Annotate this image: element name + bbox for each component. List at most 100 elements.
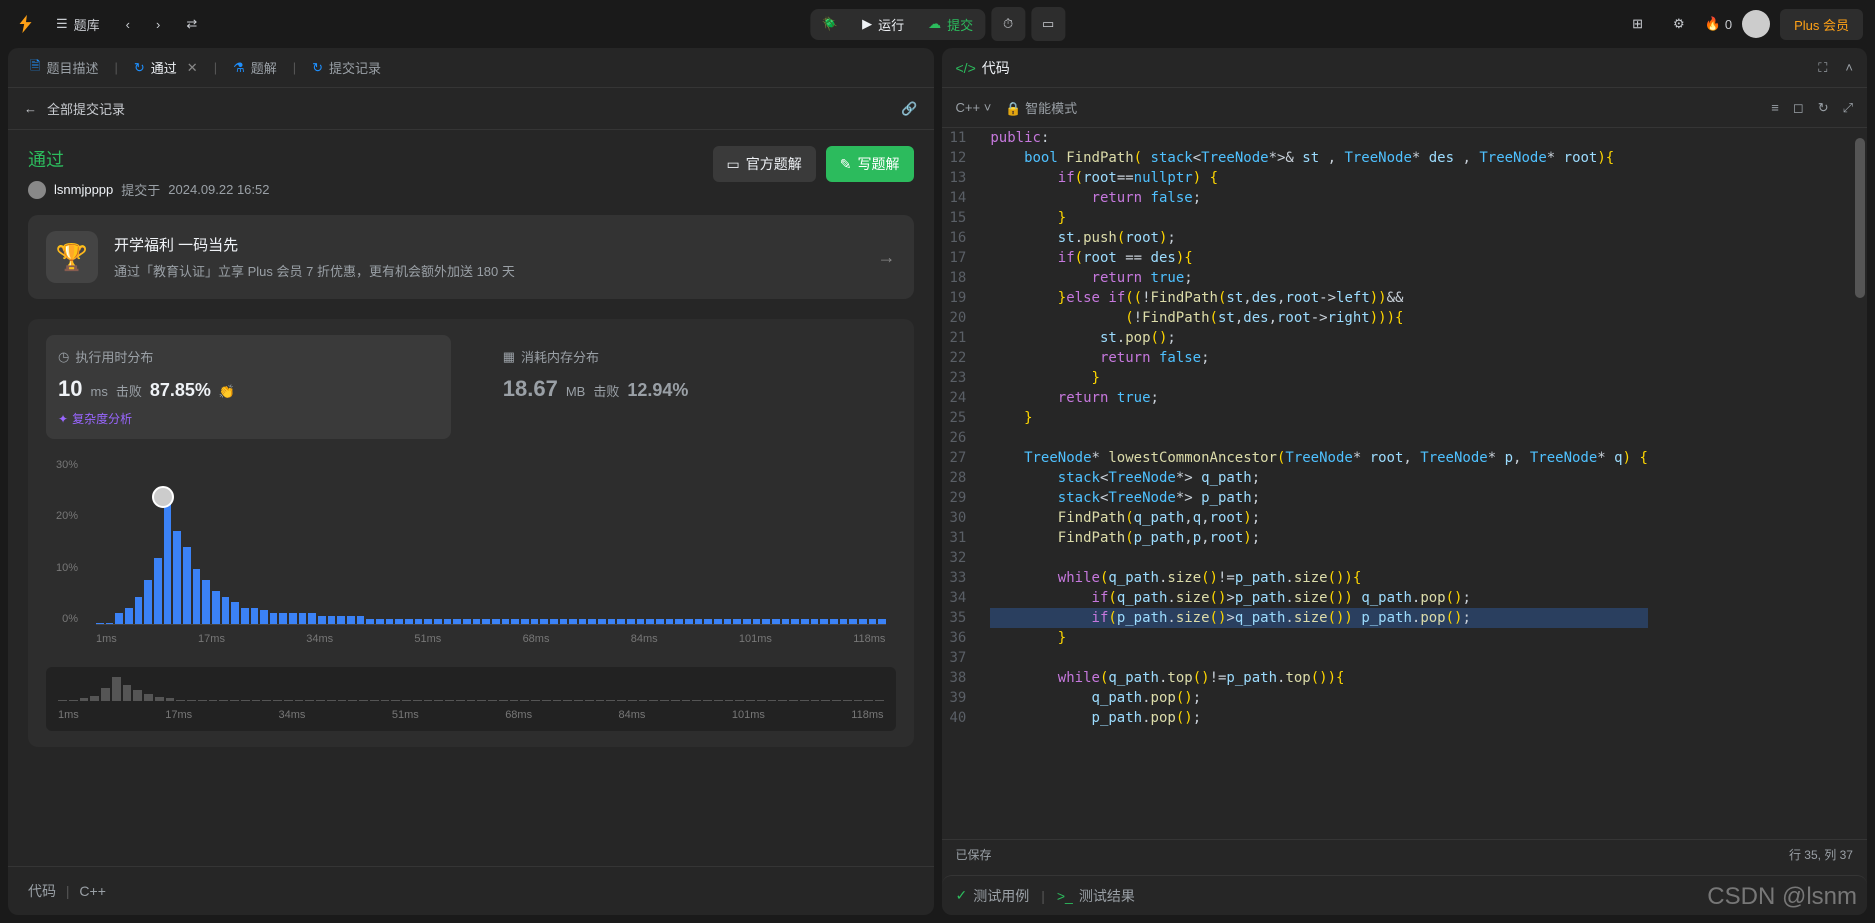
bar[interactable]: [820, 619, 828, 625]
bar[interactable]: [656, 619, 664, 625]
code-editor[interactable]: 1112131415161718192021222324252627282930…: [942, 128, 1868, 839]
bar[interactable]: [106, 623, 114, 624]
bar[interactable]: [173, 531, 181, 625]
tab-testresult[interactable]: >_测试结果: [1057, 886, 1135, 906]
bar[interactable]: [183, 547, 191, 624]
bar[interactable]: [724, 619, 732, 625]
mini-chart[interactable]: 1ms17ms34ms51ms68ms84ms101ms118ms: [46, 667, 896, 731]
bar[interactable]: [540, 619, 548, 625]
promo-banner[interactable]: 🏆 开学福利 一码当先 通过「教育认证」立享 Plus 会员 7 折优惠，更有机…: [28, 215, 914, 299]
bar[interactable]: [366, 619, 374, 625]
bar[interactable]: [869, 619, 877, 625]
bar[interactable]: [279, 613, 287, 624]
bar[interactable]: [473, 619, 481, 625]
bar[interactable]: [791, 619, 799, 625]
bar[interactable]: [878, 619, 886, 625]
bar[interactable]: [753, 619, 761, 625]
bar[interactable]: [840, 619, 848, 625]
close-icon[interactable]: ✕: [187, 60, 198, 76]
bar[interactable]: [675, 619, 683, 625]
bar[interactable]: [241, 608, 249, 625]
bar[interactable]: [492, 619, 500, 625]
bookmark-icon[interactable]: ◻: [1793, 100, 1804, 116]
prev-button[interactable]: ‹: [116, 8, 140, 40]
chevron-up-icon[interactable]: ˄: [1845, 60, 1853, 75]
bar[interactable]: [357, 616, 365, 624]
bar[interactable]: [96, 623, 104, 624]
reset-icon[interactable]: ↻: [1818, 100, 1829, 116]
bar[interactable]: [704, 619, 712, 625]
bar[interactable]: [685, 619, 693, 625]
bar[interactable]: [646, 619, 654, 625]
bar[interactable]: [318, 616, 326, 624]
bar[interactable]: [289, 613, 297, 624]
expand-icon[interactable]: ⛶: [1818, 60, 1827, 76]
note-button[interactable]: ▭: [1031, 7, 1065, 41]
bar[interactable]: [212, 591, 220, 624]
bar[interactable]: [482, 619, 490, 625]
bar[interactable]: [531, 619, 539, 625]
bar[interactable]: [502, 619, 510, 625]
bar[interactable]: [251, 608, 259, 625]
smart-mode[interactable]: 🔒 智能模式: [1005, 98, 1077, 117]
bar[interactable]: [202, 580, 210, 624]
scrollbar[interactable]: [1855, 138, 1865, 829]
bar[interactable]: [395, 619, 403, 625]
bar[interactable]: [637, 619, 645, 625]
bar[interactable]: [782, 619, 790, 625]
bar[interactable]: [560, 619, 568, 625]
tab-testcase[interactable]: ✓测试用例: [956, 886, 1030, 906]
tab-history[interactable]: ↻提交记录: [302, 52, 391, 83]
bar[interactable]: [453, 619, 461, 625]
bar[interactable]: [270, 613, 278, 624]
bar[interactable]: [222, 597, 230, 625]
write-solution-button[interactable]: ✎写题解: [826, 146, 914, 182]
code-body[interactable]: public: bool FindPath( stack<TreeNode*>&…: [980, 128, 1658, 839]
settings-button[interactable]: ⚙: [1663, 8, 1695, 40]
bar[interactable]: [135, 597, 143, 625]
streak-counter[interactable]: 🔥0: [1705, 16, 1732, 32]
bar[interactable]: [733, 619, 741, 625]
bar[interactable]: [193, 569, 201, 624]
username[interactable]: lsnmjpppp: [54, 182, 113, 197]
bar[interactable]: [627, 619, 635, 625]
bar[interactable]: [164, 503, 172, 624]
lang-select[interactable]: C++ ˅: [956, 100, 992, 115]
dashboard-button[interactable]: ⊞: [1622, 8, 1653, 40]
memory-block[interactable]: ▦消耗内存分布 18.67 MB 击败 12.94%: [491, 335, 896, 439]
bar[interactable]: [231, 602, 239, 624]
bar[interactable]: [299, 613, 307, 624]
fullscreen-icon[interactable]: ⤢: [1843, 100, 1853, 116]
bar[interactable]: [511, 619, 519, 625]
bar[interactable]: [347, 616, 355, 624]
bar[interactable]: [337, 616, 345, 624]
time-block[interactable]: ◷执行用时分布 10 ms 击败 87.85% 👏 ✦复杂度分析: [46, 335, 451, 439]
official-solution-button[interactable]: ▭官方题解: [713, 146, 816, 182]
tab-pass[interactable]: ↻通过✕: [124, 52, 208, 83]
bar[interactable]: [849, 619, 857, 625]
scroll-thumb[interactable]: [1855, 138, 1865, 298]
bar[interactable]: [444, 619, 452, 625]
tab-solution[interactable]: ⚗题解: [223, 52, 287, 83]
bar[interactable]: [666, 619, 674, 625]
next-button[interactable]: ›: [146, 8, 170, 40]
bar[interactable]: [714, 619, 722, 625]
bar[interactable]: [579, 619, 587, 625]
user-avatar[interactable]: [1742, 10, 1770, 38]
bar[interactable]: [376, 619, 384, 625]
bar[interactable]: [569, 619, 577, 625]
link-icon[interactable]: 🔗: [901, 101, 917, 117]
timer-button[interactable]: ⏱: [991, 7, 1025, 41]
leetcode-logo[interactable]: [12, 10, 40, 38]
tab-description[interactable]: 🗎题目描述: [20, 51, 108, 85]
complexity-link[interactable]: ✦复杂度分析: [58, 410, 439, 427]
bar[interactable]: [801, 619, 809, 625]
bar[interactable]: [308, 613, 316, 624]
bar[interactable]: [125, 608, 133, 625]
bar[interactable]: [598, 619, 606, 625]
bar[interactable]: [811, 619, 819, 625]
bar[interactable]: [405, 619, 413, 625]
bar[interactable]: [415, 619, 423, 625]
plus-badge[interactable]: Plus 会员: [1780, 9, 1863, 40]
bar[interactable]: [588, 619, 596, 625]
